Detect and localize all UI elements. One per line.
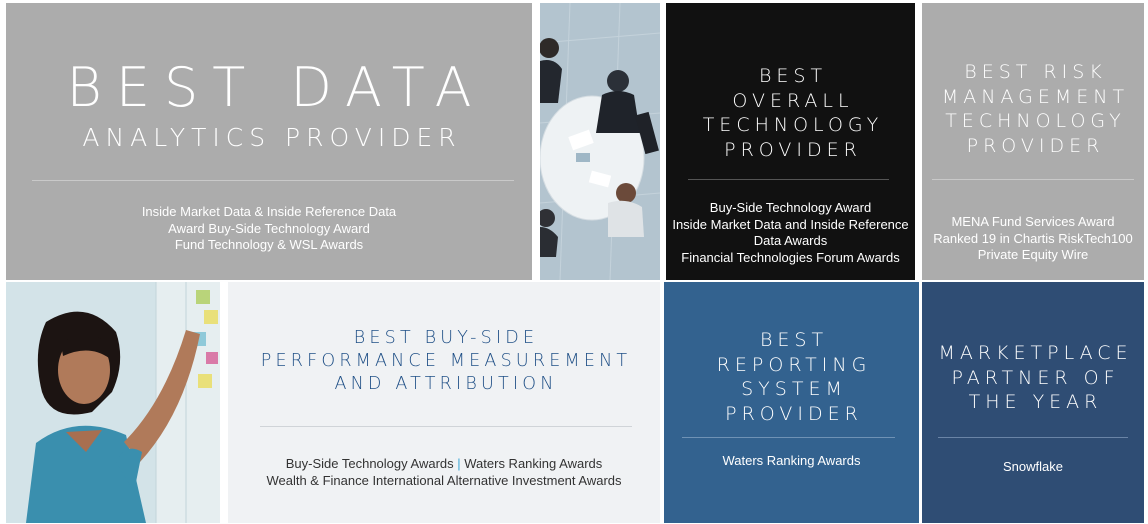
award-title-line: MARKETPLACE (938, 342, 1133, 364)
award-title-line: MANAGEMENT (941, 85, 1130, 108)
award-tile-reporting-system: BEST REPORTING SYSTEM PROVIDER Waters Ra… (664, 282, 919, 523)
award-source-line: Inside Market Data and Inside Reference (672, 216, 909, 232)
award-source-line: Waters Ranking Awards (722, 453, 861, 468)
award-title-line: BEST (759, 329, 829, 351)
award-source-line: Private Equity Wire (977, 247, 1089, 262)
divider (260, 426, 632, 427)
photo-woman-sticky-notes (6, 282, 220, 523)
award-tile-marketplace-partner: MARKETPLACE PARTNER OF THE YEAR Snowflak… (922, 282, 1144, 523)
award-title-line: PROVIDER (724, 138, 862, 161)
award-title-line: PROVIDER (966, 134, 1105, 157)
award-title: MARKETPLACE PARTNER OF THE YEAR (922, 341, 1144, 415)
woman-illustration (6, 282, 220, 523)
award-title-line: PARTNER OF (951, 366, 1120, 389)
divider (682, 437, 895, 438)
award-title-line: TECHNOLOGY (702, 114, 884, 136)
award-source-line: Financial Technologies Forum Awards (681, 249, 900, 265)
award-title: BEST DATA (66, 56, 486, 119)
award-title-line: AND ATTRIBUTION (334, 374, 558, 394)
award-tile-overall-technology: BEST OVERALL TECHNOLOGY PROVIDER Buy-Sid… (666, 3, 915, 280)
award-title-line: REPORTING (716, 353, 872, 376)
divider (938, 437, 1128, 438)
award-source-line: Inside Market Data & Inside Reference Da… (141, 204, 397, 219)
award-title: BEST REPORTING SYSTEM PROVIDER (664, 328, 919, 426)
award-source-line: Buy-Side Technology Award (709, 200, 872, 215)
award-source-text: Buy-Side Technology Awards (285, 456, 458, 471)
award-title-line: BEST BUY-SIDE (353, 328, 539, 348)
award-sources: Snowflake (922, 459, 1144, 476)
award-title-line: SYSTEM (741, 378, 847, 400)
divider (32, 180, 514, 181)
award-title-line: THE YEAR (968, 391, 1103, 413)
award-title-line: TECHNOLOGY (945, 110, 1126, 132)
award-source-text: Waters Ranking Awards (460, 456, 603, 471)
award-title-line: OVERALL (732, 89, 854, 112)
divider (688, 179, 889, 180)
award-sources: MENA Fund Services Award Ranked 19 in Ch… (922, 214, 1144, 264)
meeting-illustration (540, 3, 660, 280)
award-source-line: Data Awards (753, 233, 828, 248)
award-source-line: Wealth & Finance International Alternati… (266, 472, 622, 488)
award-sources: Buy-Side Technology Award Inside Market … (666, 200, 915, 266)
award-title: BEST BUY-SIDE PERFORMANCE MEASUREMENT AN… (228, 327, 660, 396)
award-source-line: Ranked 19 in Chartis RiskTech100 (933, 230, 1133, 246)
award-source-line: Buy-Side Technology Awards | Waters Rank… (228, 456, 660, 473)
award-source-line: Award Buy-Side Technology Award (168, 220, 370, 236)
award-sources: Waters Ranking Awards (664, 453, 919, 470)
award-sources: Inside Market Data & Inside Reference Da… (6, 204, 532, 254)
award-subtitle: ANALYTICS PROVIDER (82, 123, 462, 152)
award-tile-risk-management: BEST RISK MANAGEMENT TECHNOLOGY PROVIDER… (922, 3, 1144, 280)
divider (932, 179, 1134, 180)
award-title-line: PROVIDER (725, 402, 863, 425)
award-sources: Buy-Side Technology Awards | Waters Rank… (228, 456, 660, 489)
award-title-line: BEST (758, 65, 828, 87)
award-source-line: MENA Fund Services Award (951, 214, 1115, 229)
award-source-line: Snowflake (1003, 459, 1063, 474)
award-title-line: PERFORMANCE MEASUREMENT (260, 351, 632, 371)
award-tile-data-analytics: BEST DATA ANALYTICS PROVIDER Inside Mark… (6, 3, 532, 280)
photo-business-meeting (540, 3, 660, 280)
award-title: BEST OVERALL TECHNOLOGY PROVIDER (666, 64, 915, 162)
award-tile-performance-measurement: BEST BUY-SIDE PERFORMANCE MEASUREMENT AN… (228, 282, 660, 523)
award-source-line: Fund Technology & WSL Awards (174, 237, 364, 252)
award-title-line: BEST RISK (964, 61, 1107, 83)
award-title: BEST RISK MANAGEMENT TECHNOLOGY PROVIDER (922, 60, 1144, 158)
